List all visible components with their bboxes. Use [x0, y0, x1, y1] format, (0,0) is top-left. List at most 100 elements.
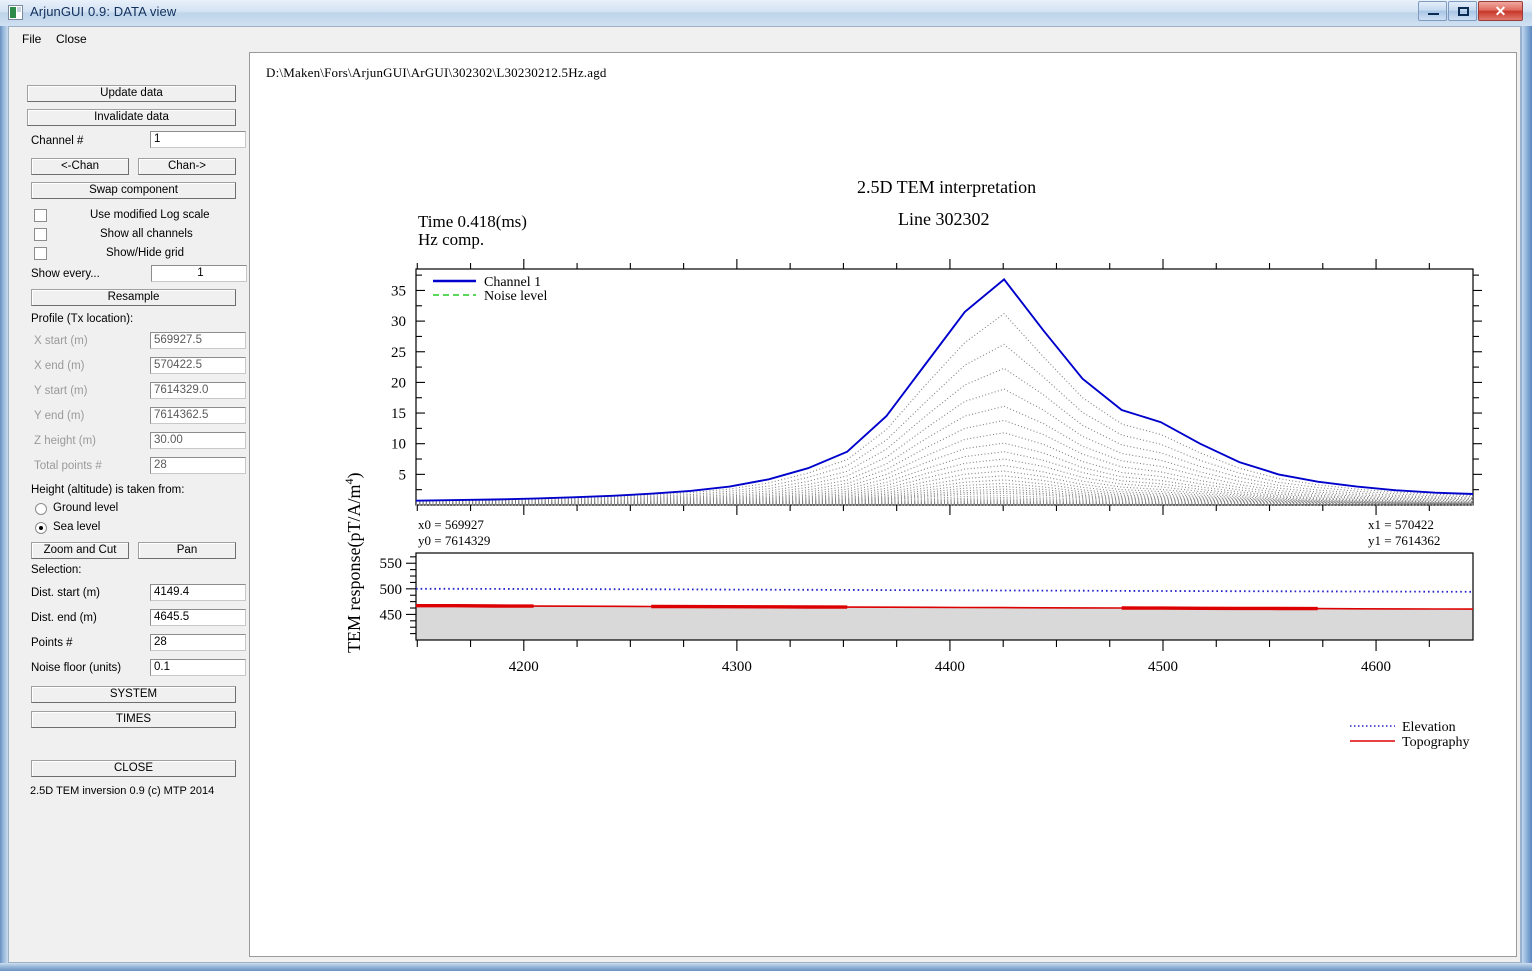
client-area: File Close Update data Invalidate data C… — [8, 26, 1521, 963]
chart-title: 2.5D TEM interpretation — [857, 177, 1036, 197]
topo-y-tick-label: 450 — [380, 607, 403, 623]
input-points-count[interactable]: 28 — [150, 634, 246, 651]
selection-header: Selection: — [31, 564, 82, 576]
y-tick-label: 15 — [391, 406, 406, 422]
height-source-header: Height (altitude) is taken from: — [31, 484, 185, 496]
chart-subtitle: Line 302302 — [898, 209, 990, 229]
checkbox-use-modified-log-scale[interactable] — [34, 209, 47, 222]
input-x-start[interactable]: 569927.5 — [150, 332, 246, 349]
topo-x-tick-label: 4500 — [1148, 659, 1178, 675]
radio-ground-level[interactable] — [35, 503, 47, 515]
maximize-button[interactable] — [1448, 1, 1477, 21]
input-y-end[interactable]: 7614362.5 — [150, 407, 246, 424]
menu-item-close[interactable]: Close — [51, 31, 92, 47]
x0-label: x0 = 569927 — [418, 517, 484, 532]
topo-y-tick-label: 500 — [380, 582, 403, 598]
plot-frame — [415, 268, 1474, 506]
label-use-modified-log-scale: Use modified Log scale — [90, 209, 210, 221]
label-dist-end: Dist. end (m) — [31, 612, 97, 624]
label-points-count: Points # — [31, 637, 73, 649]
x1-label: x1 = 570422 — [1368, 517, 1434, 532]
y-tick-label: 25 — [391, 345, 406, 361]
input-noise-floor[interactable]: 0.1 — [150, 659, 246, 676]
minimize-button[interactable] — [1418, 1, 1447, 21]
label-ground-level: Ground level — [53, 502, 119, 514]
legend-channel1-label: Channel 1 — [484, 275, 541, 290]
y-tick-label: 10 — [391, 437, 406, 453]
input-y-start[interactable]: 7614329.0 — [150, 382, 246, 399]
label-dist-start: Dist. start (m) — [31, 587, 100, 599]
channel-input[interactable]: 1 — [150, 131, 246, 148]
prev-channel-button[interactable]: <-Chan — [31, 158, 129, 175]
control-sidebar: Update data Invalidate data Channel # 1 … — [12, 52, 247, 957]
window-title: ArjunGUI 0.9: DATA view — [30, 4, 177, 19]
y-tick-label: 35 — [391, 283, 406, 299]
app-icon — [8, 5, 23, 20]
window-frame-left — [0, 0, 8, 971]
checkbox-show-all-channels[interactable] — [34, 228, 47, 241]
input-dist-end[interactable]: 4645.5 — [150, 609, 246, 626]
label-x-end: X end (m) — [34, 360, 85, 372]
title-bar[interactable]: ArjunGUI 0.9: DATA view ✕ — [0, 0, 1532, 26]
input-dist-start[interactable]: 4149.4 — [150, 584, 246, 601]
checkbox-show-hide-grid[interactable] — [34, 247, 47, 260]
show-every-label: Show every... — [31, 268, 100, 280]
topography-chart: 450 500 550 4200 4300 4400 4500 4600 — [380, 552, 1474, 675]
topo-legend: Elevation Topography — [1350, 720, 1469, 750]
show-every-input[interactable]: 1 — [151, 265, 247, 282]
label-noise-floor: Noise floor (units) — [31, 662, 122, 674]
y-axis-title: TEM response(pT/A/m4) — [342, 473, 365, 653]
y0-label: y0 = 7614329 — [418, 533, 490, 548]
topo-x-tick-label: 4300 — [722, 659, 752, 675]
channel-curve — [415, 312, 1474, 502]
system-button[interactable]: SYSTEM — [31, 686, 236, 703]
topo-y-tick-label: 550 — [380, 556, 403, 572]
y-tick-label: 20 — [391, 375, 406, 391]
y-tick-label: 30 — [391, 314, 406, 330]
label-x-start: X start (m) — [34, 335, 88, 347]
swap-component-button[interactable]: Swap component — [31, 182, 236, 199]
maximize-icon — [1458, 7, 1469, 16]
tem-response-chart: 5 10 15 20 25 30 35 Channel 1Noise level — [391, 259, 1482, 515]
ground-fill — [416, 605, 1473, 640]
channel-curve — [415, 405, 1474, 504]
radio-sea-level[interactable] — [35, 522, 47, 534]
close-app-button[interactable]: CLOSE — [31, 760, 236, 777]
zoom-and-cut-button[interactable]: Zoom and Cut — [31, 542, 129, 559]
channel-curve — [415, 343, 1474, 503]
legend-noise-label: Noise level — [484, 289, 547, 304]
close-icon: ✕ — [1494, 3, 1507, 19]
window-frame-right — [1522, 0, 1532, 971]
profile-header: Profile (Tx location): — [31, 313, 134, 325]
channel-1-curve — [415, 278, 1474, 502]
label-sea-level: Sea level — [53, 521, 101, 533]
label-show-hide-grid: Show/Hide grid — [106, 247, 184, 259]
invalidate-data-button[interactable]: Invalidate data — [27, 109, 236, 126]
app-window: ArjunGUI 0.9: DATA view ✕ File Close Upd… — [0, 0, 1532, 971]
input-x-end[interactable]: 570422.5 — [150, 357, 246, 374]
legend-elevation-label: Elevation — [1402, 720, 1456, 735]
file-path-label: D:\Maken\Fors\ArjunGUI\ArGUI\302302\L302… — [266, 65, 607, 80]
update-data-button[interactable]: Update data — [27, 85, 236, 102]
label-y-start: Y start (m) — [34, 385, 88, 397]
copyright-text: 2.5D TEM inversion 0.9 (c) MTP 2014 — [30, 785, 215, 797]
input-total-points[interactable]: 28 — [150, 457, 246, 474]
next-channel-button[interactable]: Chan-> — [138, 158, 236, 175]
topography-curve-thick — [651, 604, 848, 609]
y-tick-label: 5 — [399, 467, 407, 483]
window-frame-bottom — [0, 963, 1532, 971]
input-z-height[interactable]: 30.00 — [150, 432, 246, 449]
menu-bar: File Close — [9, 27, 1520, 49]
resample-button[interactable]: Resample — [31, 289, 236, 306]
close-button[interactable]: ✕ — [1478, 1, 1523, 21]
channel-curve — [415, 388, 1474, 504]
channel-label: Channel # — [31, 135, 84, 147]
svg-text:TEM response(pT/A/m4): TEM response(pT/A/m4) — [342, 473, 365, 653]
main-legend: Channel 1Noise level — [433, 275, 547, 304]
y1-label: y1 = 7614362 — [1368, 533, 1440, 548]
elevation-curve — [416, 587, 1474, 593]
pan-button[interactable]: Pan — [138, 542, 236, 559]
times-button[interactable]: TIMES — [31, 711, 236, 728]
legend-topography-label: Topography — [1402, 735, 1469, 750]
menu-item-file[interactable]: File — [17, 31, 46, 47]
